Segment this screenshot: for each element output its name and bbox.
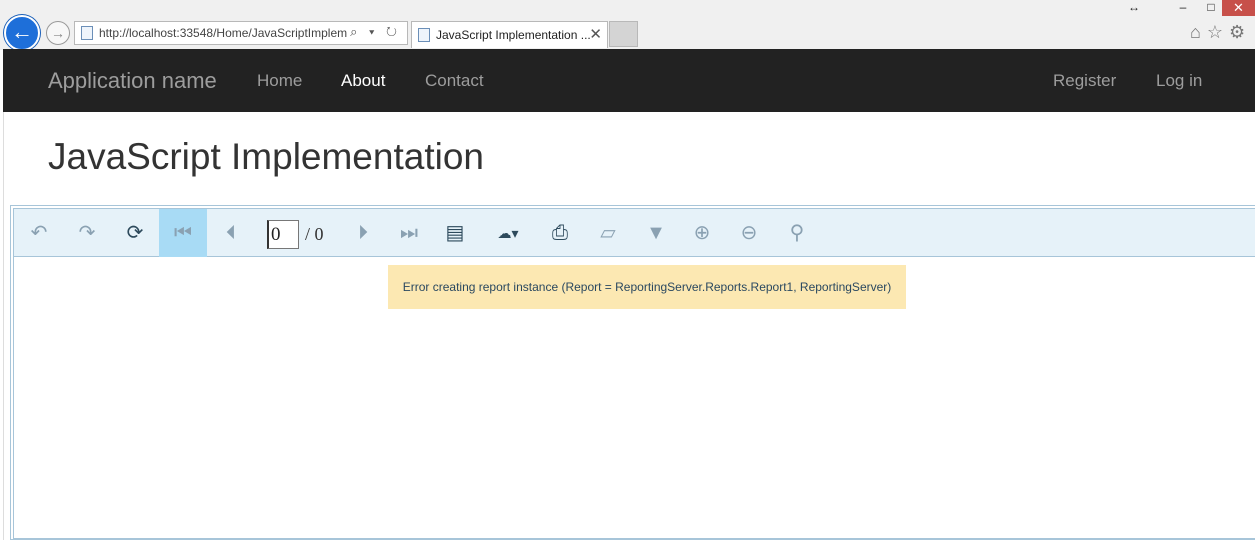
previous-page-icon[interactable]: ⏴	[207, 209, 255, 257]
address-actions-icon[interactable]: ⌕ ▾ ↻	[350, 24, 401, 40]
browser-tab[interactable]: JavaScript Implementation ... ✕	[411, 21, 608, 48]
close-window-button[interactable]: ✕	[1222, 0, 1255, 16]
search-icon[interactable]: ⚲	[773, 209, 821, 257]
next-page-icon[interactable]: ⏵	[339, 209, 387, 257]
minimize-button[interactable]: –	[1172, 0, 1194, 14]
brand-link[interactable]: Application name	[48, 68, 217, 94]
last-page-icon[interactable]: ⏭	[385, 209, 433, 257]
resize-icon[interactable]: ↔	[1124, 0, 1144, 14]
forward-button[interactable]: →	[46, 21, 70, 45]
nav-contact[interactable]: Contact	[425, 71, 484, 91]
export-dropdown-icon[interactable]: ☁▾	[484, 209, 532, 257]
page-total: / 0	[305, 224, 324, 244]
error-message: Error creating report instance (Report =…	[388, 265, 906, 309]
tab-title: JavaScript Implementation ...	[436, 28, 591, 42]
nav-login[interactable]: Log in	[1156, 71, 1202, 91]
page-number-input[interactable]	[267, 220, 299, 249]
address-bar[interactable]: http://localhost:33548/Home/JavaScriptIm…	[74, 21, 408, 45]
page-icon	[81, 26, 93, 40]
nav-register[interactable]: Register	[1053, 71, 1116, 91]
page-left-border	[3, 112, 4, 540]
refresh-icon[interactable]: ⟳	[111, 209, 159, 257]
zoom-in-icon[interactable]: ⊕	[678, 209, 726, 257]
history-forward-icon[interactable]: ↷	[63, 209, 111, 257]
tab-page-icon	[418, 28, 430, 42]
print-preview-icon[interactable]: ▱	[584, 209, 632, 257]
nav-about[interactable]: About	[341, 71, 385, 91]
report-viewer-frame: ↶ ↷ ⟳ ⏮ ⏴ / 0 ⏵ ⏭ ▤ ☁▾ ⎙ ▱ ▼ ⊕ ⊖ ⚲	[13, 208, 1255, 539]
report-viewer: ↶ ↷ ⟳ ⏮ ⏴ / 0 ⏵ ⏭ ▤ ☁▾ ⎙ ▱ ▼ ⊕ ⊖ ⚲	[10, 205, 1255, 540]
address-url[interactable]: http://localhost:33548/Home/JavaScriptIm…	[99, 26, 351, 40]
report-toolbar: ↶ ↷ ⟳ ⏮ ⏴ / 0 ⏵ ⏭ ▤ ☁▾ ⎙ ▱ ▼ ⊕ ⊖ ⚲	[14, 209, 1255, 257]
parameters-filter-icon[interactable]: ▼	[632, 209, 680, 257]
print-icon[interactable]: ⎙	[536, 209, 584, 257]
nav-home[interactable]: Home	[257, 71, 302, 91]
new-tab-button[interactable]	[609, 21, 638, 47]
first-page-icon[interactable]: ⏮	[159, 209, 207, 257]
browser-chrome: ↔ – □ ✕ ← → http://localhost:33548/Home/…	[0, 0, 1255, 51]
tab-close-icon[interactable]: ✕	[589, 25, 602, 43]
browser-tools-icon[interactable]: ⌂☆⚙	[1190, 22, 1251, 43]
page-title: JavaScript Implementation	[48, 136, 484, 177]
zoom-out-icon[interactable]: ⊖	[725, 209, 773, 257]
back-button[interactable]: ←	[4, 15, 40, 51]
site-navbar: Application name Home About Contact Regi…	[3, 49, 1255, 112]
maximize-button[interactable]: □	[1200, 0, 1222, 14]
history-back-icon[interactable]: ↶	[15, 209, 63, 257]
document-map-icon[interactable]: ▤	[431, 209, 479, 257]
